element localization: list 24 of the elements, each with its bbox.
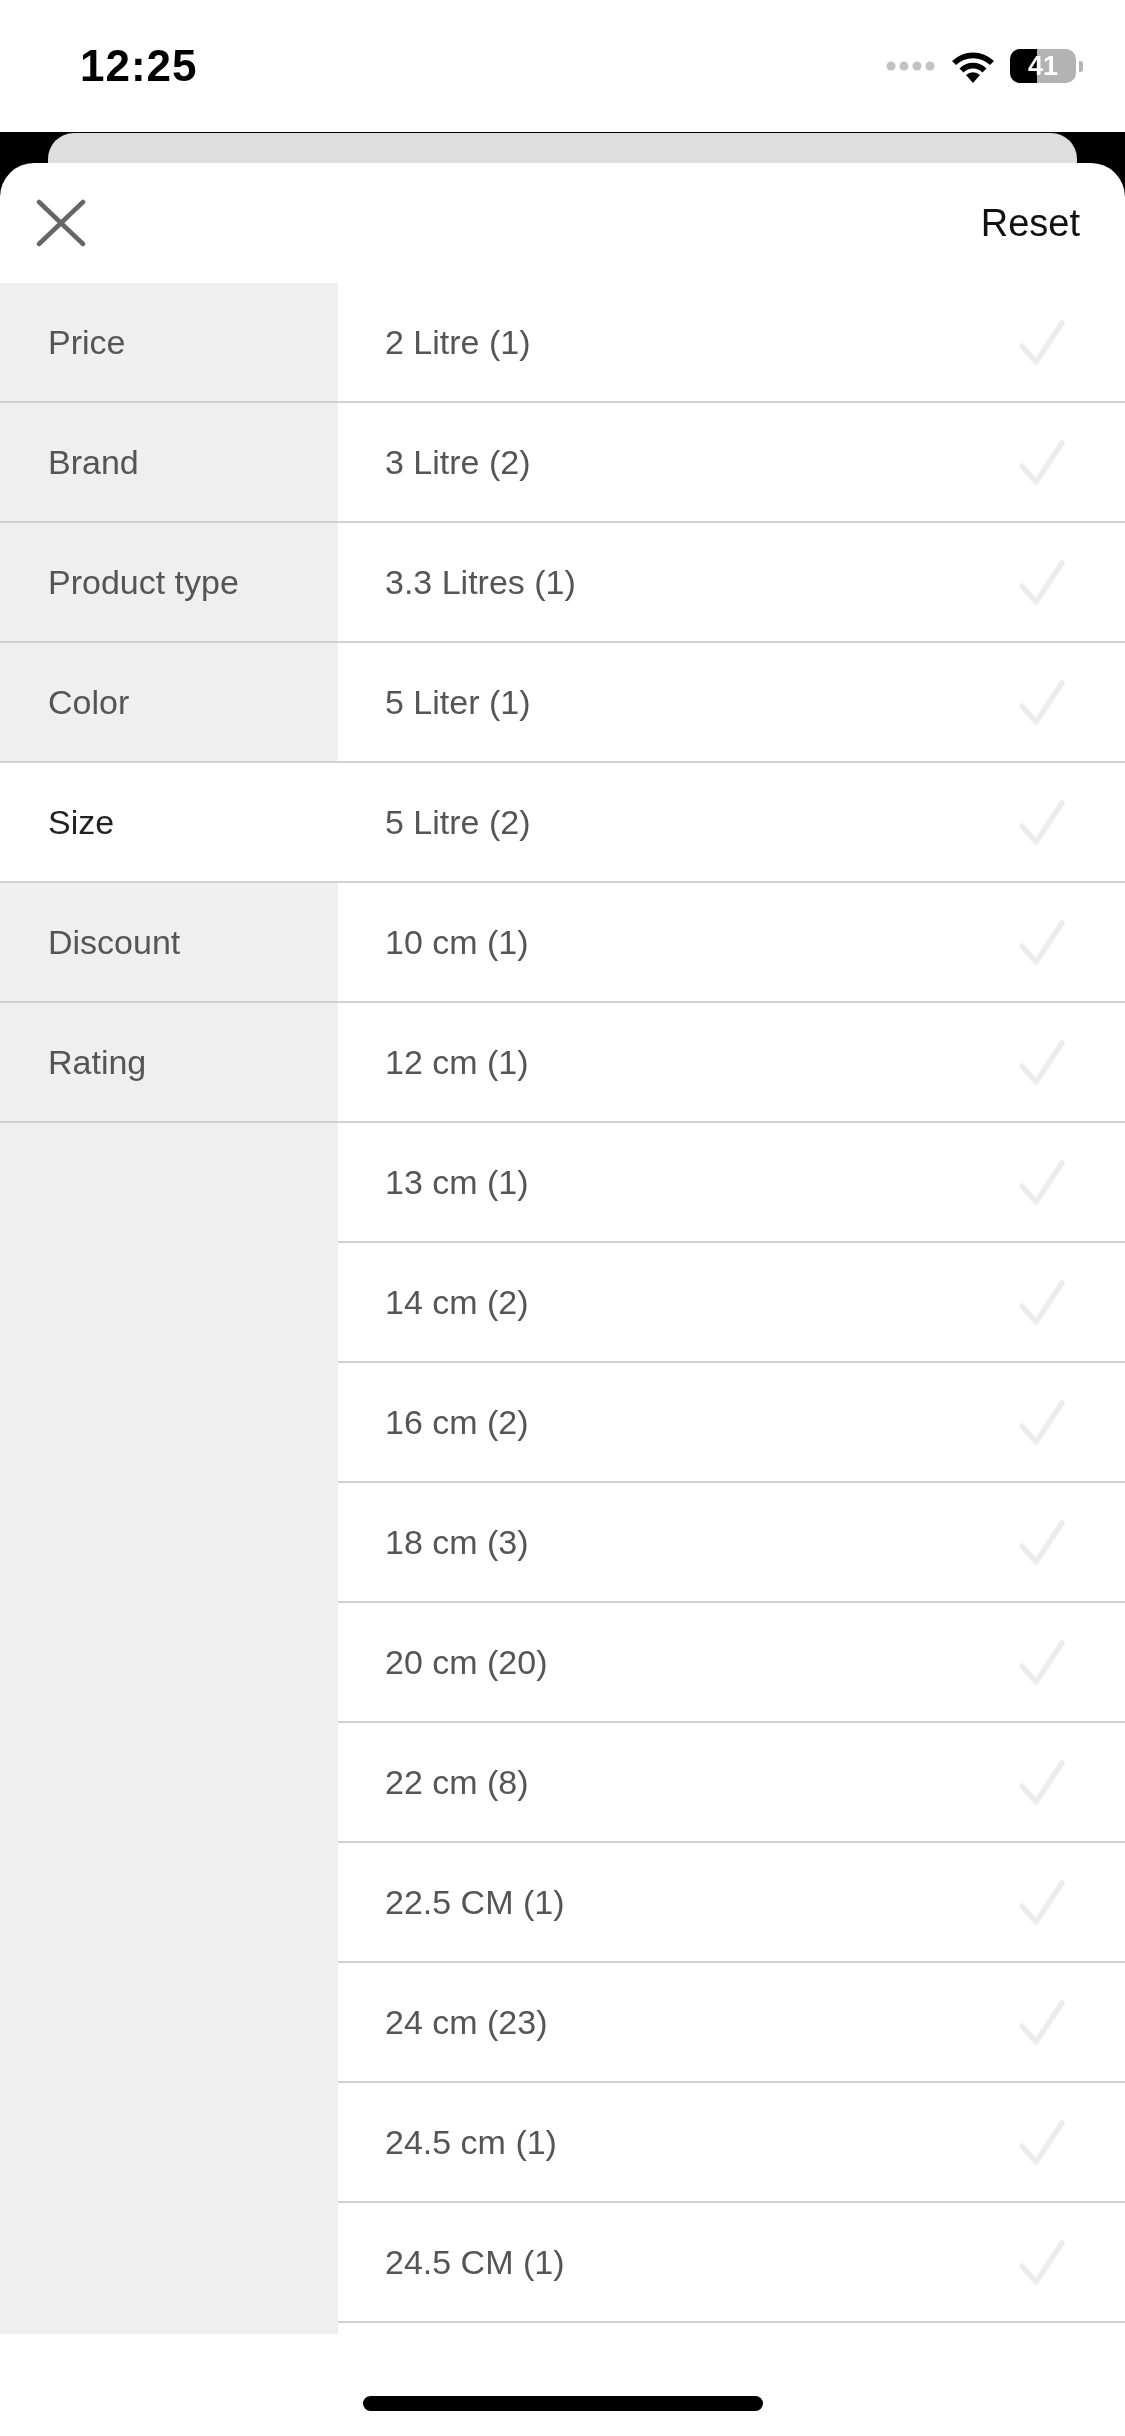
option-label: 3.3 Litres (1) bbox=[385, 565, 576, 599]
option-label: 22 cm (8) bbox=[385, 1765, 529, 1799]
wifi-icon bbox=[950, 49, 996, 83]
option-label: 5 Liter (1) bbox=[385, 685, 531, 719]
option-label: 18 cm (3) bbox=[385, 1525, 529, 1559]
status-time: 12:25 bbox=[80, 44, 198, 88]
option-label: 10 cm (1) bbox=[385, 925, 529, 959]
option-label: 5 Litre (2) bbox=[385, 805, 531, 839]
option-label: 20 cm (20) bbox=[385, 1645, 548, 1679]
option-label: 22.5 CM (1) bbox=[385, 1885, 565, 1919]
option-label: 2 Litre (1) bbox=[385, 325, 531, 359]
reset-button[interactable]: Reset bbox=[980, 198, 1080, 248]
option-label: 24 cm (23) bbox=[385, 2005, 548, 2039]
category-item[interactable]: Size bbox=[0, 763, 338, 883]
close-icon bbox=[36, 199, 86, 247]
option-label: 24.5 cm (1) bbox=[385, 2125, 557, 2159]
signal-icon bbox=[886, 61, 936, 71]
option-label: 24.5 CM (1) bbox=[385, 2245, 565, 2279]
option-label: 12 cm (1) bbox=[385, 1045, 529, 1079]
close-button[interactable] bbox=[35, 198, 87, 248]
option-label: 16 cm (2) bbox=[385, 1405, 529, 1439]
option-label: 13 cm (1) bbox=[385, 1165, 529, 1199]
option-label: 14 cm (2) bbox=[385, 1285, 529, 1319]
option-label: 3 Litre (2) bbox=[385, 445, 531, 479]
